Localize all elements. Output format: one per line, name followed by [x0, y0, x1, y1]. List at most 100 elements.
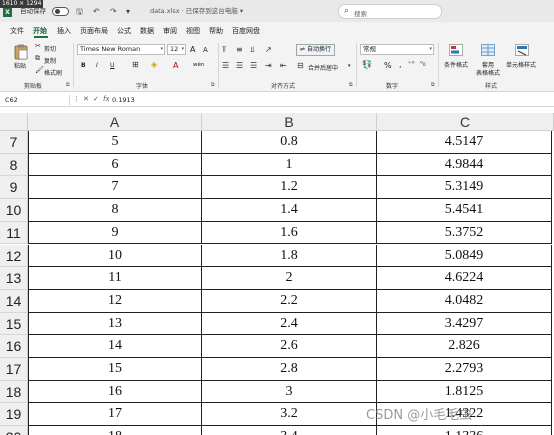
- cell-c[interactable]: 4.9844: [377, 153, 552, 177]
- italic-button[interactable]: I: [96, 62, 98, 69]
- copy-button[interactable]: 复制: [44, 56, 56, 65]
- redo-icon[interactable]: ↷: [110, 6, 117, 17]
- wrap-text-button[interactable]: ⇌ 自动换行: [296, 44, 335, 56]
- border-icon[interactable]: ⊞: [132, 61, 139, 69]
- cell-c[interactable]: 5.0849: [377, 244, 552, 268]
- phonetic-button[interactable]: wén: [193, 62, 204, 68]
- row-header[interactable]: 13: [0, 267, 28, 290]
- cell-a[interactable]: 8: [28, 199, 202, 222]
- currency-icon[interactable]: 💱: [362, 61, 372, 69]
- cell-a[interactable]: 7: [28, 176, 202, 200]
- tab-file[interactable]: 文件: [10, 26, 24, 36]
- cell-c[interactable]: 4.6224: [377, 267, 552, 290]
- insert-function-icon[interactable]: fx: [103, 95, 110, 103]
- percent-button[interactable]: %: [384, 61, 392, 70]
- tab-data[interactable]: 数据: [140, 26, 154, 36]
- copy-icon[interactable]: ⧉: [35, 55, 40, 62]
- tab-page-layout[interactable]: 页面布局: [80, 26, 108, 36]
- tab-view[interactable]: 视图: [186, 26, 200, 36]
- bold-button[interactable]: B: [81, 62, 86, 69]
- orientation-icon[interactable]: ↗: [265, 46, 272, 54]
- number-format-select[interactable]: 常规 ▾: [360, 44, 434, 55]
- cell-b[interactable]: 1: [202, 153, 377, 177]
- format-painter-button[interactable]: 格式刷: [44, 68, 62, 77]
- font-name-select[interactable]: Times New Roman ▾: [77, 44, 165, 55]
- fill-color-icon[interactable]: ◈: [151, 61, 157, 69]
- tab-review[interactable]: 审阅: [163, 26, 177, 36]
- clipboard-launcher-icon[interactable]: ⧉: [66, 82, 70, 88]
- cell-a[interactable]: 5: [28, 131, 202, 154]
- cell-b[interactable]: 2.2: [202, 289, 377, 313]
- cell-c[interactable]: 2.826: [377, 335, 552, 358]
- cell-b[interactable]: 3.4: [202, 426, 377, 435]
- cell-b[interactable]: 3.2: [202, 403, 377, 427]
- align-left-icon[interactable]: ☰: [222, 62, 229, 70]
- undo-icon[interactable]: ↶: [93, 6, 100, 17]
- cell-b[interactable]: 2: [202, 267, 377, 290]
- merge-center-icon[interactable]: ⊟: [297, 62, 304, 70]
- tab-home[interactable]: 开始: [33, 26, 47, 36]
- cell-c[interactable]: 5.3149: [377, 176, 552, 200]
- tab-help[interactable]: 帮助: [209, 26, 223, 36]
- row-header[interactable]: 8: [0, 153, 28, 177]
- chevron-down-icon[interactable]: ▾: [348, 63, 351, 69]
- search-box[interactable]: ⌕ 搜索: [338, 4, 442, 19]
- cell-a[interactable]: 18: [28, 426, 202, 435]
- cell-c[interactable]: 1.8125: [377, 380, 552, 404]
- cell-a[interactable]: 12: [28, 289, 202, 313]
- format-as-table-icon[interactable]: [481, 44, 495, 56]
- cell-c[interactable]: 2.2793: [377, 358, 552, 381]
- row-header[interactable]: 10: [0, 199, 28, 222]
- select-all-corner[interactable]: [0, 113, 28, 131]
- increase-decimal-icon[interactable]: ⁺⁰: [408, 61, 415, 68]
- tab-formulas[interactable]: 公式: [117, 26, 131, 36]
- cut-icon[interactable]: ✂: [35, 43, 41, 50]
- row-header[interactable]: 11: [0, 221, 28, 245]
- row-header[interactable]: 7: [0, 131, 28, 154]
- row-header[interactable]: 17: [0, 358, 28, 381]
- cell-b[interactable]: 1.2: [202, 176, 377, 200]
- cell-b[interactable]: 2.6: [202, 335, 377, 358]
- underline-button[interactable]: U: [110, 62, 114, 69]
- conditional-format-button[interactable]: 条件格式: [444, 60, 468, 69]
- autosave-toggle[interactable]: [52, 7, 69, 16]
- name-box-dropdown-icon[interactable]: ⋮: [73, 95, 80, 103]
- outdent-icon[interactable]: ⇤: [280, 62, 287, 70]
- tab-baidu-netdisk[interactable]: 百度网盘: [232, 26, 260, 36]
- indent-icon[interactable]: ⇥: [265, 62, 272, 70]
- shrink-font-button[interactable]: A: [203, 46, 208, 54]
- cell-c[interactable]: 5.4541: [377, 199, 552, 222]
- paste-icon[interactable]: [14, 44, 28, 60]
- align-right-icon[interactable]: ☰: [250, 62, 257, 70]
- alignment-launcher-icon[interactable]: ⧉: [349, 82, 353, 88]
- cell-a[interactable]: 16: [28, 380, 202, 404]
- name-box[interactable]: C62: [0, 95, 70, 105]
- cut-button[interactable]: 剪切: [44, 44, 56, 53]
- cell-styles-button[interactable]: 单元格样式: [506, 60, 536, 69]
- font-color-button[interactable]: A: [173, 61, 178, 70]
- align-bottom-icon[interactable]: ⫫: [250, 46, 255, 54]
- save-icon[interactable]: 🖫: [76, 6, 83, 17]
- comma-button[interactable]: ,: [399, 60, 402, 69]
- row-header[interactable]: 15: [0, 312, 28, 336]
- align-top-icon[interactable]: ⫪: [222, 46, 227, 54]
- format-painter-icon[interactable]: 🖌: [35, 67, 44, 74]
- row-header[interactable]: 18: [0, 380, 28, 404]
- cell-a[interactable]: 13: [28, 312, 202, 336]
- cancel-icon[interactable]: ✕: [83, 95, 89, 103]
- cell-b[interactable]: 1.6: [202, 221, 377, 245]
- conditional-format-icon[interactable]: [449, 44, 463, 56]
- cell-a[interactable]: 11: [28, 267, 202, 290]
- column-header-c[interactable]: C: [377, 113, 554, 131]
- cell-b[interactable]: 1.8: [202, 244, 377, 268]
- row-header[interactable]: 12: [0, 244, 28, 268]
- tab-insert[interactable]: 插入: [57, 26, 71, 36]
- cell-a[interactable]: 14: [28, 335, 202, 358]
- decrease-decimal-icon[interactable]: ⁰₀: [420, 61, 426, 68]
- cell-c[interactable]: 5.3752: [377, 221, 552, 245]
- document-name[interactable]: data.xlsx · 已保存到这台电脑 ▾: [150, 6, 243, 17]
- cell-b[interactable]: 1.4: [202, 199, 377, 222]
- font-launcher-icon[interactable]: ⧉: [211, 82, 215, 88]
- cell-a[interactable]: 10: [28, 244, 202, 268]
- cell-c[interactable]: 3.4297: [377, 312, 552, 336]
